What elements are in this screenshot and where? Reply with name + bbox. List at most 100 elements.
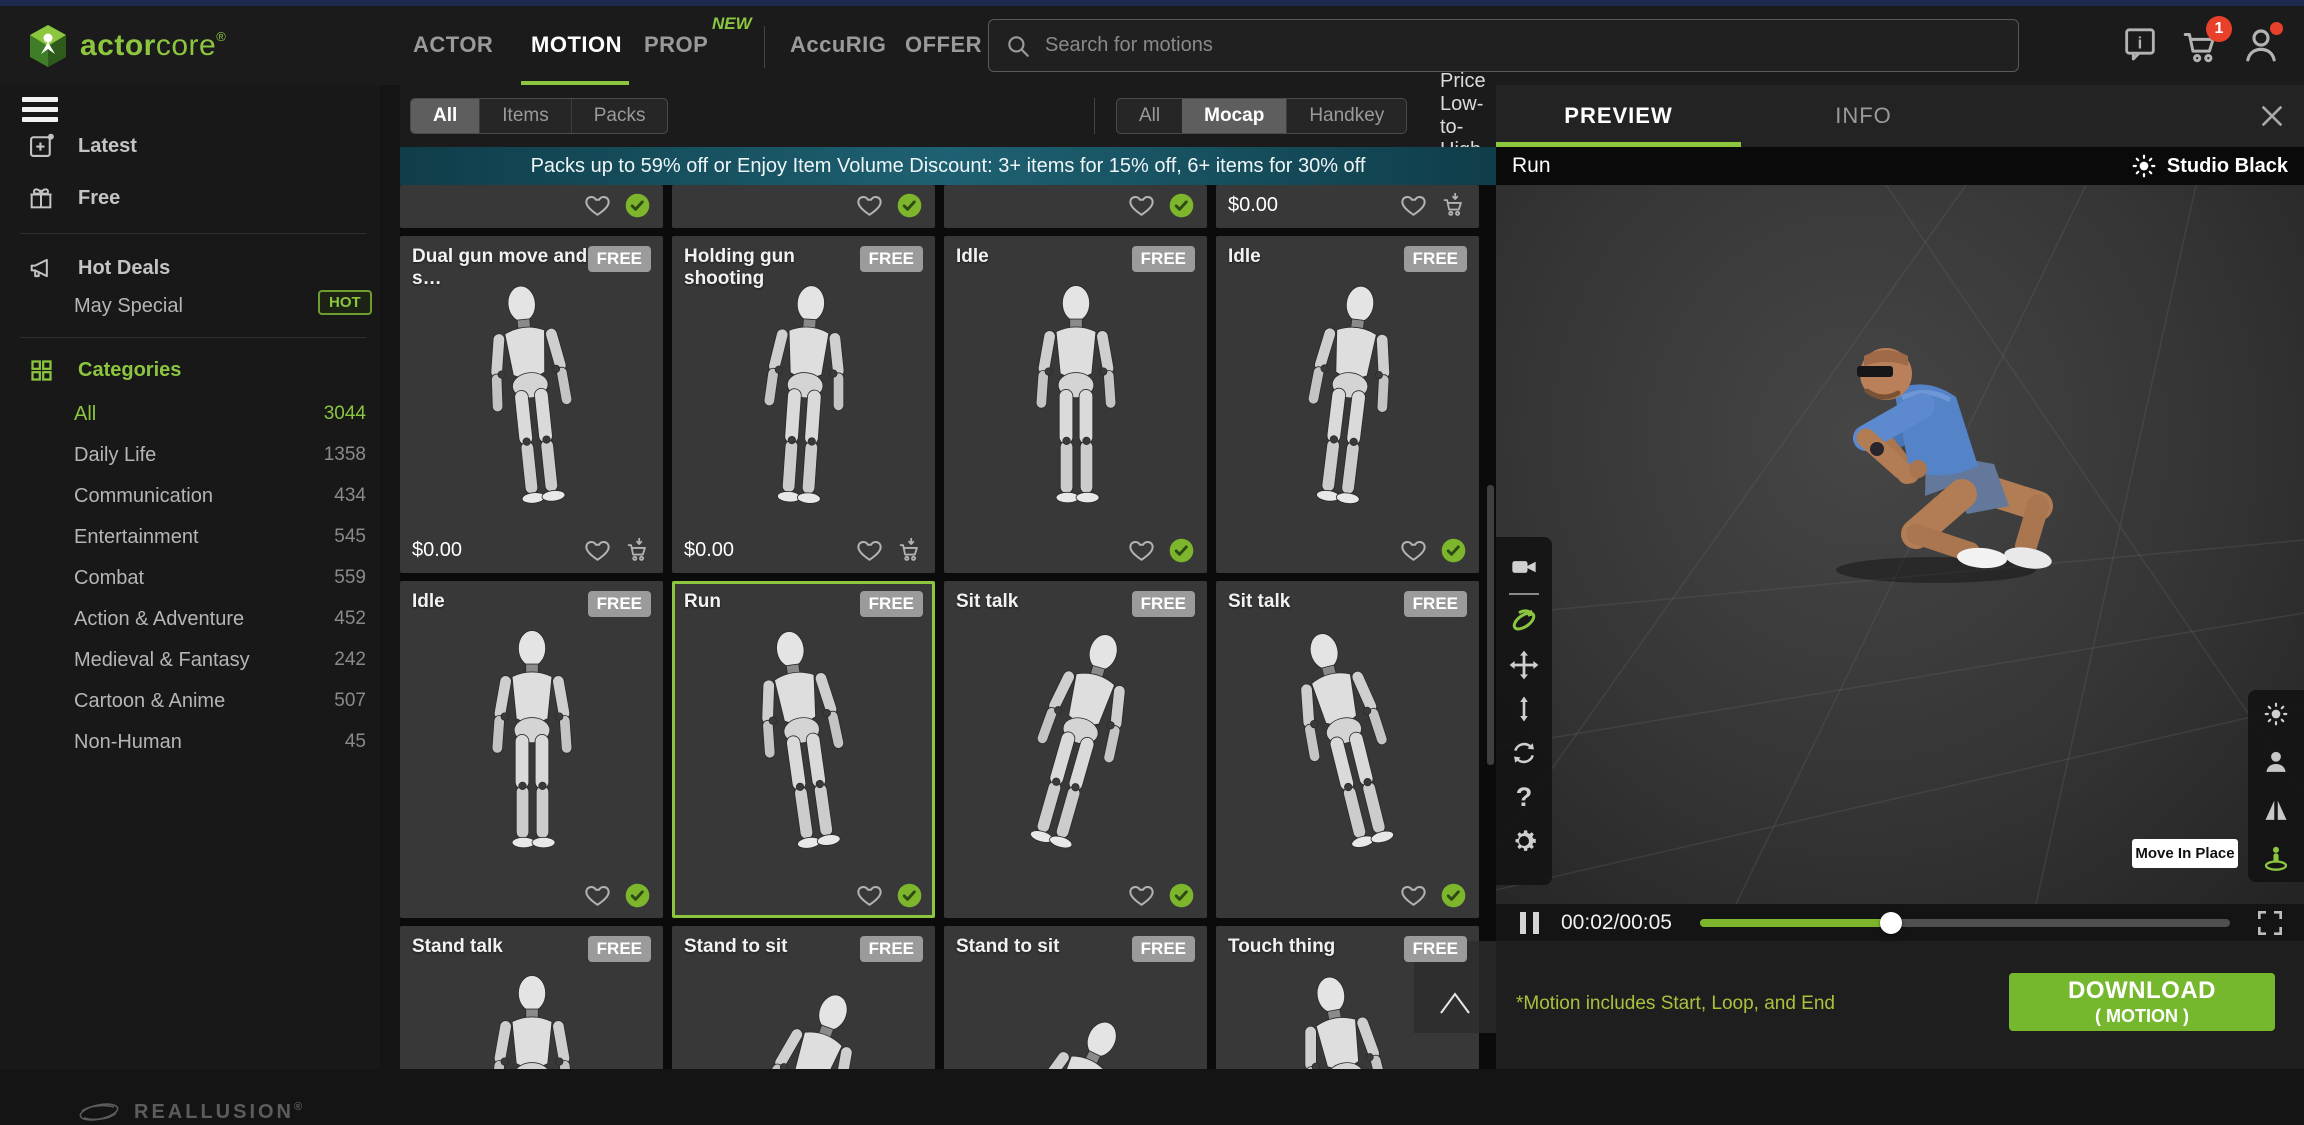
add-to-cart-icon[interactable] [1440,192,1467,219]
progress-thumb[interactable] [1880,912,1902,934]
category-communication[interactable]: Communication 434 [0,479,366,513]
motion-card[interactable]: Idle FREE [400,581,663,918]
mirror-button[interactable] [2254,788,2298,832]
grid-scrollbar-thumb[interactable] [1487,485,1494,765]
add-to-cart-icon[interactable] [624,537,651,564]
tab-preview[interactable]: PREVIEW [1496,85,1741,147]
environment-selector[interactable]: Studio Black [2131,153,2288,179]
motion-card[interactable]: Stand to sit FREE [944,926,1207,1069]
sidebar-item-latest[interactable]: Latest [0,129,380,163]
category-entertainment[interactable]: Entertainment 545 [0,520,366,554]
motion-card-partial[interactable] [672,185,935,228]
pause-button[interactable] [1520,912,1539,934]
motion-card[interactable]: Stand talk FREE [400,926,663,1069]
category-non-human[interactable]: Non-Human 45 [0,725,366,759]
tab-info[interactable]: INFO [1741,85,1986,147]
category-action-adventure[interactable]: Action & Adventure 452 [0,602,366,636]
motion-card-partial[interactable] [944,185,1207,228]
character-toggle-button[interactable] [2254,740,2298,784]
owned-check-icon [896,192,923,219]
free-badge: FREE [1404,936,1467,962]
chevron-up-icon [1437,991,1473,1015]
free-badge: FREE [1132,936,1195,962]
settings-button[interactable] [1502,819,1546,863]
favorite-icon[interactable] [1400,537,1427,564]
scope-items[interactable]: Items [479,99,570,133]
free-badge: FREE [1404,591,1467,617]
search-input[interactable] [1045,34,2002,57]
elevate-tool-button[interactable] [1502,687,1546,731]
add-to-cart-icon[interactable] [896,537,923,564]
favorite-icon[interactable] [856,882,883,909]
3d-viewport[interactable]: ? [1496,185,2304,904]
category-daily-life[interactable]: Daily Life 1358 [0,438,366,472]
orbit-tool-button[interactable] [1502,599,1546,643]
promo-banner[interactable]: Packs up to 59% off or Enjoy Item Volume… [400,147,1496,185]
lighting-button[interactable] [2254,692,2298,736]
favorite-icon[interactable] [584,537,611,564]
favorite-icon[interactable] [1400,192,1427,219]
owned-check-icon [1440,882,1467,909]
feedback-button[interactable]: i [2120,24,2164,68]
progress-fill [1700,919,1891,927]
download-button[interactable]: DOWNLOAD ( MOTION ) [2009,973,2275,1031]
favorite-icon[interactable] [1400,882,1427,909]
motion-card[interactable]: Sit talk FREE [944,581,1207,918]
category-cartoon-anime[interactable]: Cartoon & Anime 507 [0,684,366,718]
nav-actor[interactable]: ACTOR [413,32,493,58]
category-combat[interactable]: Combat 559 [0,561,366,595]
help-button[interactable]: ? [1502,775,1546,819]
search-box [988,19,2019,72]
menu-toggle-button[interactable] [22,97,58,125]
nav-prop[interactable]: PROP [644,32,708,58]
motion-card-selected[interactable]: Run FREE [672,581,935,918]
cart-button[interactable]: 1 [2180,24,2224,68]
favorite-icon[interactable] [1128,192,1155,219]
motion-card-partial[interactable] [400,185,663,228]
motion-card[interactable]: Idle FREE [1216,236,1479,573]
source-handkey[interactable]: Handkey [1286,99,1406,133]
nav-motion[interactable]: MOTION [531,32,622,58]
nav-accurig[interactable]: AccuRIG [790,32,886,58]
close-panel-button[interactable] [2256,100,2288,132]
motion-card[interactable]: Stand to sit FREE [672,926,935,1069]
preview-tabs: PREVIEW INFO [1496,85,2304,147]
favorite-icon[interactable] [856,537,883,564]
preview-title-bar: Run Studio Black [1496,147,2304,185]
scope-packs[interactable]: Packs [571,99,668,133]
scope-all[interactable]: All [411,99,479,133]
logo-wordmark: actorcore® [80,29,226,63]
playback-slider[interactable] [1700,919,2230,927]
fullscreen-button[interactable] [2254,907,2286,939]
nav-offer[interactable]: OFFER [905,32,982,58]
favorite-icon[interactable] [584,192,611,219]
source-all[interactable]: All [1117,99,1182,133]
camera-view-button[interactable] [1502,545,1546,589]
category-medieval-fantasy[interactable]: Medieval & Fantasy 242 [0,643,366,677]
rotate-tool-button[interactable] [1502,731,1546,775]
motion-thumbnail [1261,956,1435,1069]
motion-name: Run [1512,154,1551,178]
favorite-icon[interactable] [1128,537,1155,564]
motion-card[interactable]: Dual gun move and s… FREE $0.00 [400,236,663,573]
sidebar-item-hot-deals[interactable]: Hot Deals [0,251,380,285]
sidebar-item-free[interactable]: Free [0,181,380,215]
motion-card-partial[interactable]: $0.00 [1216,185,1479,228]
motion-card[interactable]: Holding gun shooting FREE $0.00 [672,236,935,573]
logo[interactable]: actorcore® [28,24,226,68]
favorite-icon[interactable] [856,192,883,219]
motion-card[interactable]: Idle FREE [944,236,1207,573]
motion-card[interactable]: Sit talk FREE [1216,581,1479,918]
motion-thumbnail [453,270,611,534]
download-section: *Motion includes Start, Loop, and End DO… [1496,941,2304,1069]
free-badge: FREE [860,936,923,962]
motion-thumbnail [944,986,1173,1069]
source-mocap[interactable]: Mocap [1182,99,1286,133]
move-in-place-button[interactable] [2254,836,2298,880]
owned-check-icon [624,882,651,909]
account-button[interactable] [2240,24,2284,68]
category-all[interactable]: All 3044 [0,397,366,431]
favorite-icon[interactable] [1128,882,1155,909]
favorite-icon[interactable] [584,882,611,909]
move-tool-button[interactable] [1502,643,1546,687]
